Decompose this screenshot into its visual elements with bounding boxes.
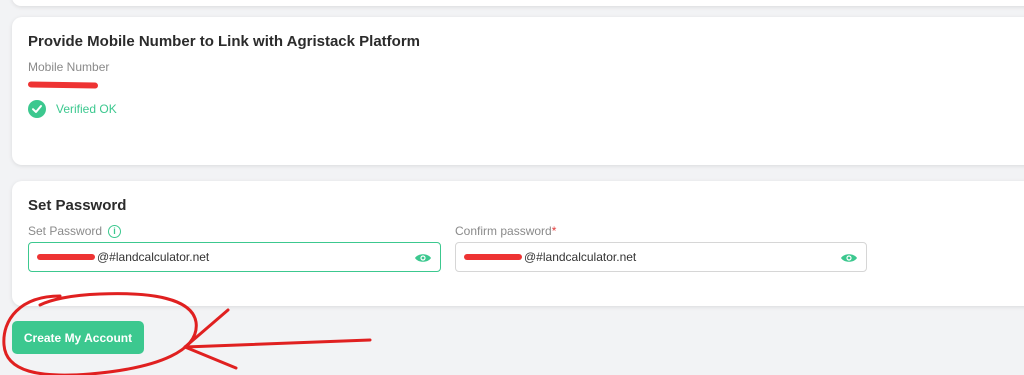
- redacted-text: [37, 254, 95, 260]
- set-password-card: Set Password Set Password i Confirm pass…: [12, 181, 1024, 306]
- set-password-visible-text: @#landcalculator.net: [97, 250, 210, 264]
- confirm-password-value: @#landcalculator.net: [464, 250, 636, 264]
- set-password-value: @#landcalculator.net: [37, 250, 209, 264]
- eye-icon[interactable]: [840, 251, 858, 269]
- eye-icon[interactable]: [414, 251, 432, 269]
- verified-status: Verified OK: [28, 100, 117, 118]
- set-password-label: Set Password i: [28, 224, 122, 238]
- confirm-password-input[interactable]: @#landcalculator.net: [455, 242, 867, 272]
- confirm-password-label: Confirm password*: [455, 224, 556, 238]
- set-password-input[interactable]: @#landcalculator.net: [28, 242, 441, 272]
- redacted-mobile-number: [27, 81, 99, 89]
- set-password-label-text: Set Password: [28, 224, 103, 238]
- verified-text: Verified OK: [56, 102, 117, 116]
- check-circle-icon: [28, 100, 46, 118]
- info-icon[interactable]: i: [108, 224, 122, 238]
- previous-section-card: [12, 0, 1024, 6]
- password-section-title: Set Password: [28, 197, 127, 214]
- mobile-number-label: Mobile Number: [28, 60, 110, 74]
- confirm-password-visible-text: @#landcalculator.net: [524, 250, 637, 264]
- required-mark: *: [551, 224, 557, 238]
- mobile-section-title: Provide Mobile Number to Link with Agris…: [28, 33, 420, 50]
- redacted-text: [464, 254, 522, 260]
- confirm-password-label-text: Confirm password: [455, 224, 552, 238]
- mobile-number-card: Provide Mobile Number to Link with Agris…: [12, 17, 1024, 165]
- create-account-button[interactable]: Create My Account: [12, 321, 144, 354]
